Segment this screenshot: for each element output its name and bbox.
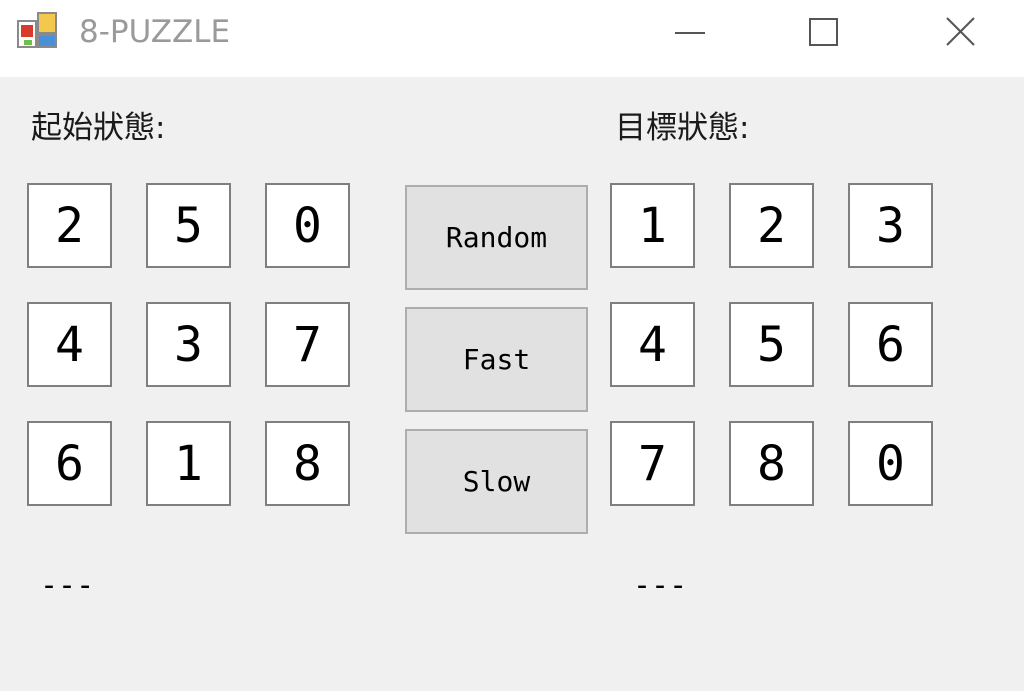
maximize-icon	[809, 18, 838, 46]
random-button[interactable]: Random	[405, 185, 588, 290]
close-button[interactable]	[915, 0, 1007, 64]
start-tile[interactable]: 8	[265, 421, 350, 506]
goal-tile[interactable]: 5	[729, 302, 814, 387]
slow-button[interactable]: Slow	[405, 429, 588, 534]
start-tile[interactable]: 6	[27, 421, 112, 506]
start-state-label: 起始狀態:	[31, 110, 166, 146]
goal-tile[interactable]: 0	[848, 421, 933, 506]
start-tile[interactable]: 1	[146, 421, 231, 506]
goal-tile[interactable]: 7	[610, 421, 695, 506]
goal-tile[interactable]: 4	[610, 302, 695, 387]
goal-tile[interactable]: 2	[729, 183, 814, 268]
minimize-icon	[675, 32, 705, 34]
start-tile[interactable]: 7	[265, 302, 350, 387]
fast-button[interactable]: Fast	[405, 307, 588, 412]
start-tile[interactable]: 5	[146, 183, 231, 268]
maximize-button[interactable]	[778, 0, 870, 64]
app-window: 8-PUZZLE 起始狀態: 目標狀態: 2 5 0 4 3 7 6 1 8 R…	[0, 0, 1024, 691]
start-tile[interactable]: 2	[27, 183, 112, 268]
window-title: 8-PUZZLE	[79, 14, 231, 50]
start-tile[interactable]: 0	[265, 183, 350, 268]
start-tile[interactable]: 3	[146, 302, 231, 387]
goal-state-label: 目標狀態:	[615, 110, 750, 146]
goal-status-text: ---	[633, 568, 688, 603]
title-bar[interactable]: 8-PUZZLE	[0, 0, 1024, 77]
window-app-icon	[16, 11, 60, 51]
minimize-button[interactable]	[644, 0, 736, 64]
goal-tile[interactable]: 1	[610, 183, 695, 268]
start-tile[interactable]: 4	[27, 302, 112, 387]
goal-tile[interactable]: 3	[848, 183, 933, 268]
goal-tile[interactable]: 8	[729, 421, 814, 506]
goal-tile[interactable]: 6	[848, 302, 933, 387]
close-icon	[946, 17, 975, 46]
start-status-text: ---	[40, 568, 95, 603]
